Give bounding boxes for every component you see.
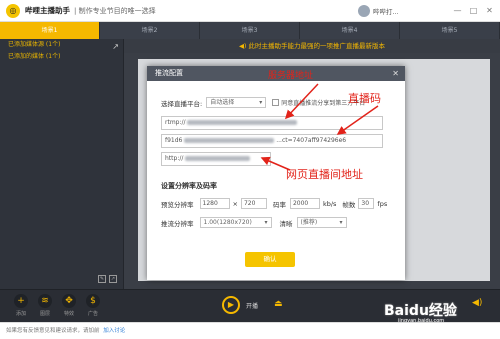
move-icon: ✥ xyxy=(62,294,76,308)
layers-icon: ≋ xyxy=(38,294,52,308)
tool-label: 广告 xyxy=(87,311,98,317)
volume-icon[interactable]: ◀) xyxy=(472,298,482,308)
record-icon[interactable]: ⏏ xyxy=(274,299,283,309)
layers-button[interactable]: ≋ 图层 xyxy=(34,294,56,317)
plus-icon: + xyxy=(14,294,28,308)
dollar-icon: $ xyxy=(86,294,100,308)
status-text: 如果您有反馈意见和建议请求，请加前 xyxy=(6,328,100,334)
status-bar: 如果您有反馈意见和建议请求，请加前 加入讨论 xyxy=(0,322,500,339)
arrow-to-server xyxy=(284,83,319,120)
start-stream-label: 开播 xyxy=(246,303,259,310)
tool-label: 添加 xyxy=(15,311,26,317)
effects-button[interactable]: ✥ 特效 xyxy=(58,294,80,317)
add-source-button[interactable]: + 添加 xyxy=(10,294,32,317)
tool-label: 特效 xyxy=(63,311,74,317)
tool-label: 图层 xyxy=(39,311,50,317)
arrow-to-web-address xyxy=(260,156,291,171)
arrow-to-stream-key xyxy=(336,105,379,135)
discussion-link[interactable]: 加入讨论 xyxy=(103,328,125,334)
play-icon: ▶ xyxy=(227,300,235,309)
start-stream-button[interactable]: ▶ xyxy=(222,296,240,314)
baidu-watermark: Baidu经验 xyxy=(384,303,457,319)
ads-button[interactable]: $ 广告 xyxy=(82,294,104,317)
